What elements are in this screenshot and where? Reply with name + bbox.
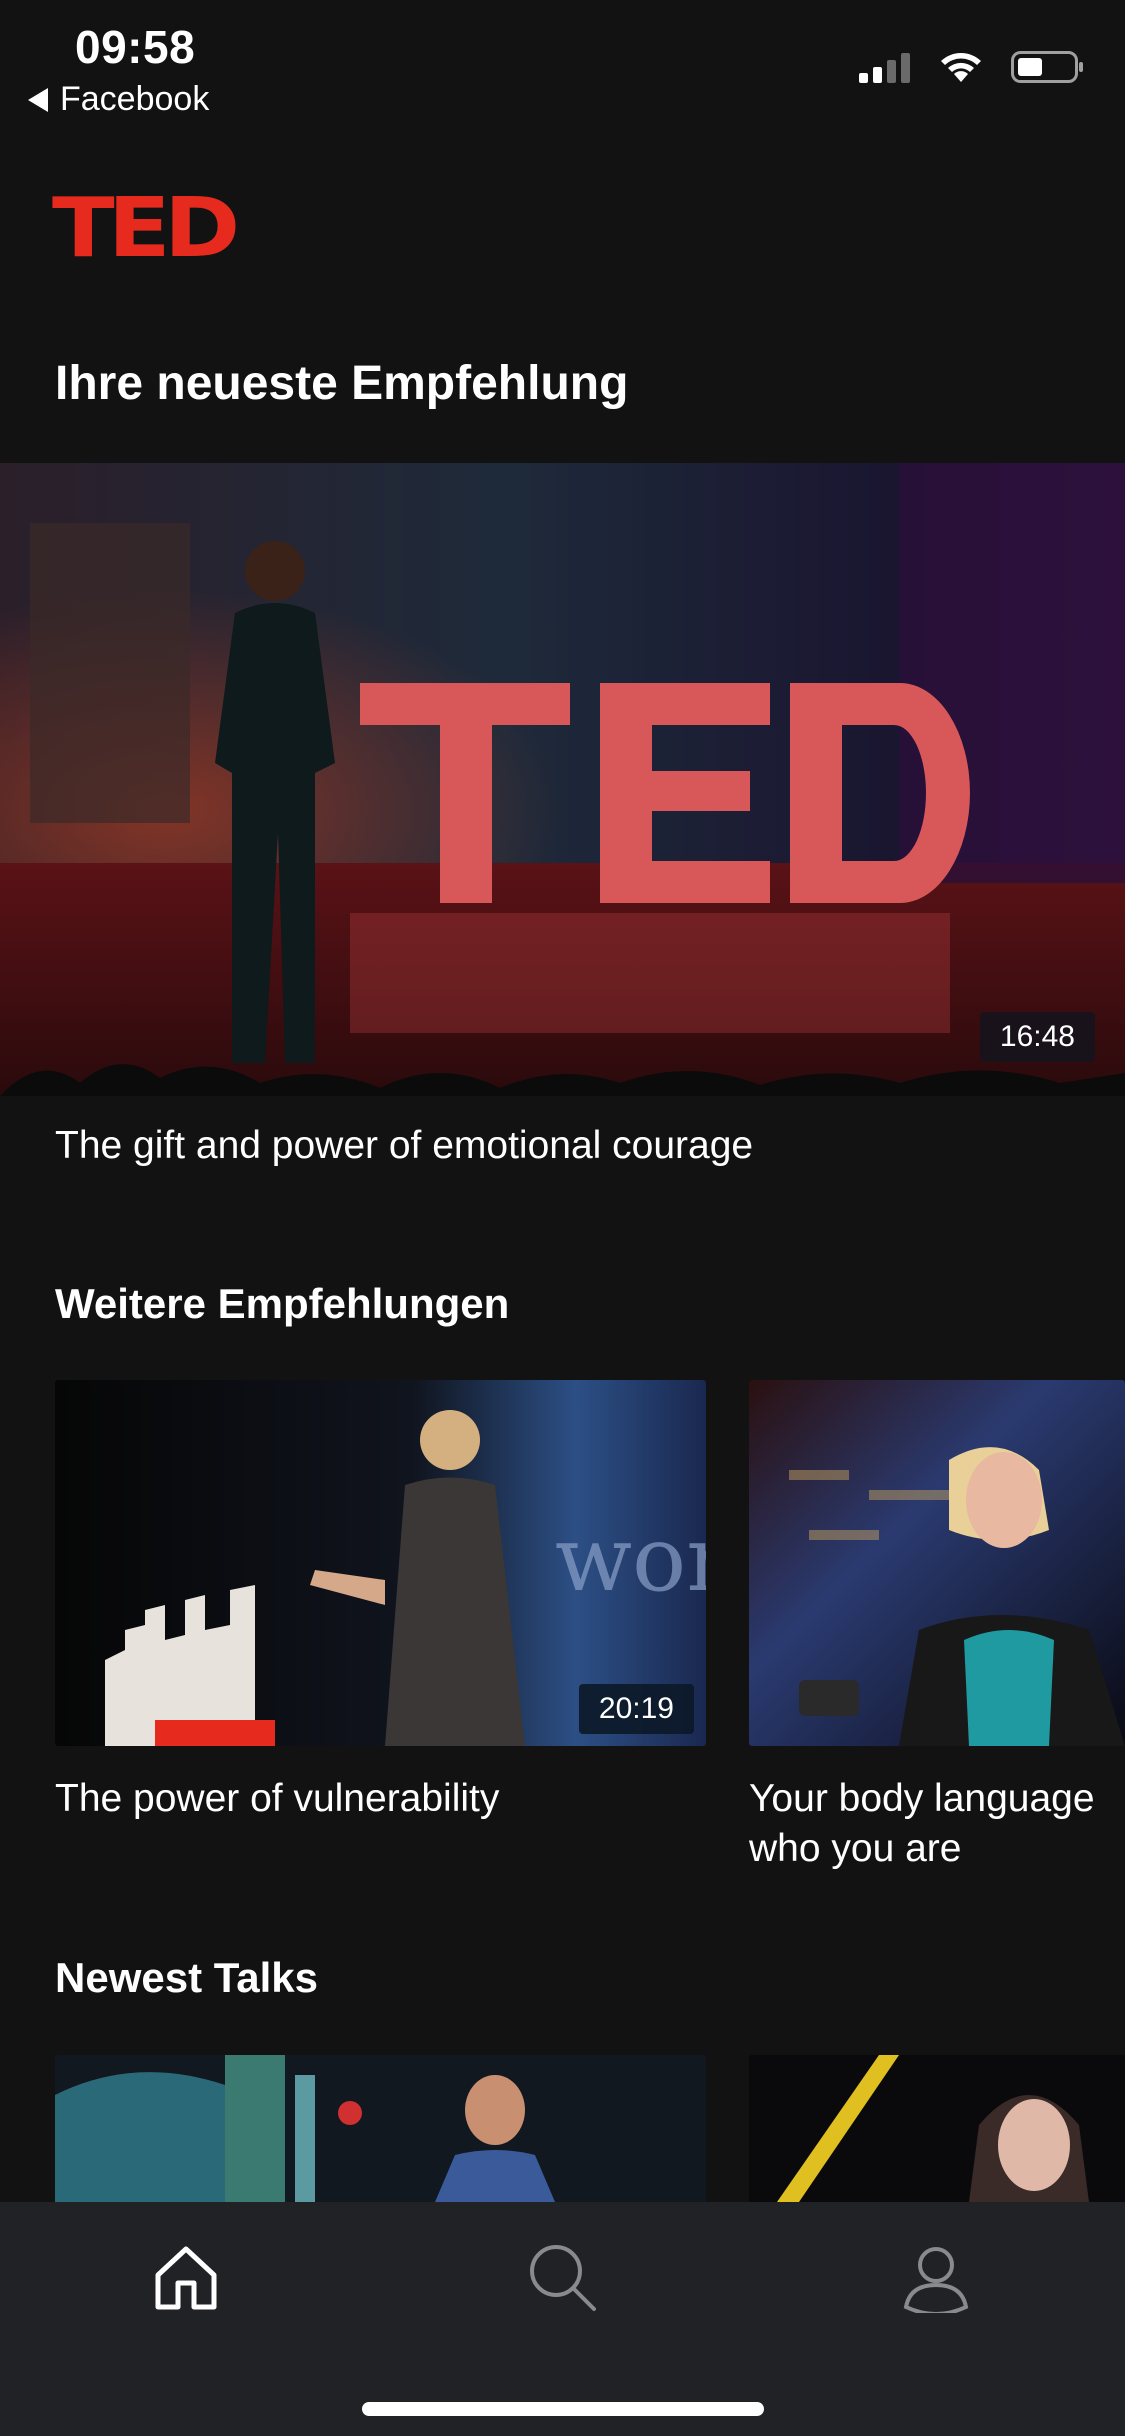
featured-talk-image	[0, 463, 1125, 1096]
back-app-label: Facebook	[60, 80, 210, 118]
svg-text:worth: worth	[555, 1507, 706, 1612]
recommendation-card-thumbnail[interactable]: worth 20:19	[55, 1380, 706, 1746]
home-icon	[155, 2246, 217, 2310]
featured-talk-title[interactable]: The gift and power of emotional courage	[55, 1121, 753, 1171]
recommendation-card-thumbnail[interactable]	[749, 1380, 1125, 1746]
featured-heading: Ihre neueste Empfehlung	[55, 357, 629, 410]
home-indicator[interactable]	[362, 2402, 764, 2416]
search-icon	[530, 2245, 596, 2311]
tab-profile[interactable]	[891, 2232, 981, 2322]
recommendation-talk-title[interactable]: Your body language who you are	[749, 1774, 1095, 1874]
back-to-app-link[interactable]: Facebook	[28, 80, 209, 119]
profile-icon	[903, 2247, 969, 2313]
battery-icon	[1011, 51, 1083, 83]
recommendation-talk-title[interactable]: The power of vulnerability	[55, 1774, 499, 1824]
newest-talk-thumbnail[interactable]	[55, 2055, 706, 2202]
talk-image	[749, 2055, 1125, 2202]
ted-logo: TED	[52, 181, 240, 276]
tab-home[interactable]	[141, 2232, 231, 2322]
bottom-tab-bar	[0, 2202, 1125, 2436]
talk-image	[749, 1380, 1125, 1746]
duration-badge: 20:19	[578, 1684, 694, 1734]
status-icons	[859, 50, 1085, 84]
featured-talk-thumbnail[interactable]: 16:48	[0, 463, 1125, 1096]
cellular-signal-icon	[859, 53, 910, 83]
back-arrow-icon	[28, 87, 48, 112]
wifi-icon	[941, 53, 981, 82]
title-line: who you are	[749, 1827, 962, 1870]
newest-talk-thumbnail[interactable]	[749, 2055, 1125, 2202]
duration-badge: 16:48	[979, 1012, 1095, 1062]
recommendations-heading: Weitere Empfehlungen	[55, 1280, 510, 1327]
tab-search[interactable]	[517, 2232, 607, 2322]
title-line: Your body language	[749, 1777, 1095, 1820]
talk-image	[55, 2055, 706, 2202]
status-time: 09:58	[75, 21, 196, 73]
newest-talks-heading: Newest Talks	[55, 1954, 319, 2001]
